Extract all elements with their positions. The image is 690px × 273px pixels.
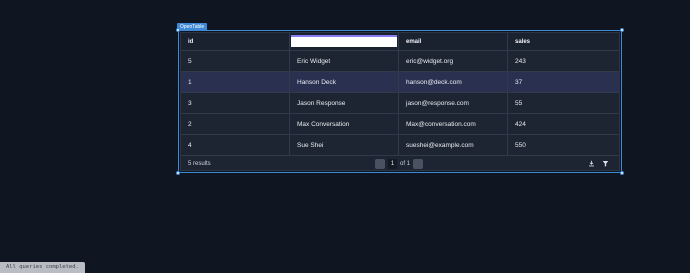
column-header-name[interactable] (290, 33, 399, 50)
cell-name: Max Conversation (290, 114, 399, 134)
table-row[interactable]: 3 Jason Response jason@response.com 55 (181, 93, 619, 114)
cell-sales: 37 (515, 78, 523, 86)
cell-name: Jason Response (290, 93, 399, 113)
table-row-selected[interactable]: 1 Hanson Deck hanson@deck.com 37 (181, 72, 619, 93)
status-bar: All queries completed. (0, 262, 85, 273)
cell-email: sueshei@example.com (399, 135, 508, 155)
table-row[interactable]: 4 Sue Shei sueshei@example.com 550 (181, 135, 619, 156)
column-header-id[interactable]: id (181, 33, 290, 50)
cell-name: Eric Widget (290, 51, 399, 71)
cell-email: jason@response.com (399, 93, 508, 113)
cell-id: 1 (181, 72, 290, 92)
column-header-name-input[interactable] (291, 34, 397, 47)
cell-sales: 55 (515, 99, 523, 107)
table-header-row: id email sales (181, 33, 619, 51)
cell-sales: 424 (515, 120, 526, 128)
cell-id: 5 (181, 51, 290, 71)
cell-name: Sue Shei (290, 135, 399, 155)
data-table: id email sales 5 Eric Widget eric@widget… (180, 32, 620, 171)
previous-page-button[interactable] (375, 158, 385, 169)
cell-email: hanson@deck.com (399, 72, 508, 92)
cell-sales: 550 (515, 141, 526, 149)
cell-email: Max@conversation.com (399, 114, 508, 134)
column-header-sales[interactable]: sales (508, 33, 619, 50)
resize-handle-bottom-left[interactable] (176, 171, 180, 175)
cell-name: Hanson Deck (290, 72, 399, 92)
resize-handle-top-right[interactable] (620, 28, 624, 32)
cell-id: 4 (181, 135, 290, 155)
table-row[interactable]: 2 Max Conversation Max@conversation.com … (181, 114, 619, 135)
filter-icon[interactable] (602, 160, 609, 167)
page-count-label: of 1 (400, 160, 411, 167)
cell-id: 2 (181, 114, 290, 134)
resize-handle-bottom-right[interactable] (620, 171, 624, 175)
cell-email: eric@widget.org (399, 51, 508, 71)
cell-id: 3 (181, 93, 290, 113)
results-count: 5 results (188, 160, 211, 167)
current-page-input[interactable]: 1 (388, 158, 397, 169)
pagination: 1 of 1 (375, 158, 424, 169)
column-header-email[interactable]: email (399, 33, 508, 50)
download-icon[interactable] (588, 160, 595, 167)
footer-actions (588, 160, 609, 167)
table-footer: 5 results 1 of 1 (181, 156, 619, 171)
app-canvas: OpenTable id email sales 5 Eric Widget e… (0, 0, 690, 273)
next-page-button[interactable] (413, 158, 424, 169)
cell-sales: 243 (515, 57, 526, 65)
table-row[interactable]: 5 Eric Widget eric@widget.org 243 (181, 51, 619, 72)
